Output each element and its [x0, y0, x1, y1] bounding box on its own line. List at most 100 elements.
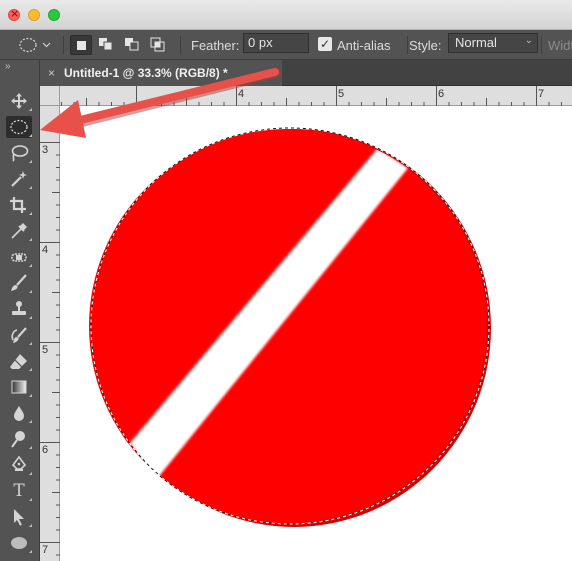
eyedropper-tool[interactable]	[6, 220, 32, 242]
lasso-icon	[11, 145, 29, 162]
dodge-icon	[11, 431, 25, 448]
magic-wand-tool[interactable]	[6, 168, 32, 190]
drop-icon	[14, 406, 24, 421]
subtract-from-selection-icon	[125, 38, 139, 51]
bandage-icon	[11, 253, 27, 262]
history-brush-icon	[11, 327, 27, 343]
add-to-selection-button[interactable]	[96, 35, 118, 55]
magic-wand-icon	[11, 171, 27, 187]
brush-icon	[11, 274, 27, 291]
tool-flyout-indicator	[29, 342, 32, 345]
style-select[interactable]: Normal ⌄	[448, 33, 538, 53]
tool-flyout-indicator	[29, 108, 32, 111]
history-brush-tool[interactable]	[6, 324, 32, 346]
tool-flyout-indicator	[29, 186, 32, 189]
tool-flyout-indicator	[29, 238, 32, 241]
eraser-icon	[10, 354, 27, 369]
tool-flyout-indicator	[29, 316, 32, 319]
ellipse-shape-icon	[11, 537, 27, 549]
tool-flyout-indicator	[29, 472, 32, 475]
tool-flyout-indicator	[29, 550, 32, 553]
close-window-button[interactable]	[8, 7, 20, 21]
window-title-bar	[0, 0, 572, 30]
eraser-tool[interactable]	[6, 350, 32, 372]
tools-panel: » T	[0, 60, 40, 561]
add-to-selection-icon	[99, 38, 113, 51]
lasso-tool[interactable]	[6, 142, 32, 164]
tool-flyout-indicator	[29, 524, 32, 527]
crop-tool[interactable]	[6, 194, 32, 216]
collapse-panel-icon[interactable]: »	[5, 61, 11, 72]
tool-flyout-indicator	[29, 498, 32, 501]
intersect-selection-icon	[150, 37, 165, 52]
elliptical-marquee-tool[interactable]	[6, 116, 32, 138]
ellipse-marquee-icon	[10, 119, 28, 135]
tool-flyout-indicator	[29, 420, 32, 423]
divider	[63, 36, 64, 54]
document-tab[interactable]: × Untitled-1 @ 33.3% (RGB/8) *	[40, 60, 282, 86]
antialias-label: Anti-alias	[337, 37, 391, 53]
subtract-from-selection-button[interactable]	[122, 35, 144, 55]
divider	[541, 36, 542, 54]
move-tool[interactable]	[6, 90, 32, 112]
tool-preset-picker[interactable]	[18, 30, 52, 60]
tool-flyout-indicator	[29, 160, 32, 163]
stamp-icon	[12, 301, 26, 315]
ruler-label: 4	[238, 88, 245, 100]
crop-icon	[10, 197, 26, 213]
tool-flyout-indicator	[29, 134, 32, 137]
tool-flyout-indicator	[29, 446, 32, 449]
feather-input[interactable]: 0 px	[243, 33, 309, 53]
ruler-label: 6	[42, 444, 49, 456]
horizontal-ruler-ticks	[61, 86, 562, 106]
chevron-down-icon: ⌄	[524, 35, 533, 46]
gradient-icon	[11, 380, 27, 394]
ruler-label: 7	[42, 544, 49, 556]
minimize-window-button[interactable]	[28, 9, 40, 21]
tool-flyout-indicator	[29, 212, 32, 215]
style-label: Style:	[409, 37, 442, 53]
maximize-window-button[interactable]	[48, 9, 60, 21]
vertical-ruler[interactable]: 3 4 5 6 7	[40, 106, 60, 561]
antialias-checkbox[interactable]: ✓	[318, 37, 332, 51]
canvas-artwork	[89, 127, 491, 527]
gradient-tool[interactable]	[6, 376, 32, 398]
ruler-label: 3	[42, 144, 49, 156]
vertical-ruler-ticks	[40, 142, 60, 556]
type-icon: T	[13, 481, 25, 501]
tool-flyout-indicator	[29, 290, 32, 293]
new-selection-button[interactable]	[70, 35, 92, 55]
pen-tool[interactable]	[6, 454, 32, 476]
dodge-tool[interactable]	[6, 428, 32, 450]
ruler-label: 6	[438, 88, 445, 100]
ruler-origin[interactable]	[40, 86, 60, 106]
ellipse-marquee-preset-icon	[19, 37, 51, 53]
brush-tool[interactable]	[6, 272, 32, 294]
eyedropper-icon	[11, 223, 27, 239]
intersect-selection-button[interactable]	[148, 35, 170, 55]
clone-stamp-tool[interactable]	[6, 298, 32, 320]
ruler-label: 4	[42, 244, 49, 256]
new-selection-icon	[77, 41, 86, 50]
pen-icon	[11, 456, 27, 471]
width-label: Widt	[548, 37, 572, 53]
ruler-label: 5	[42, 344, 49, 356]
ruler-label: 5	[338, 88, 345, 100]
tool-flyout-indicator	[29, 368, 32, 371]
ellipse-shape-tool[interactable]	[6, 532, 32, 554]
path-selection-tool[interactable]	[6, 506, 32, 528]
feather-label: Feather:	[191, 37, 240, 53]
document-canvas[interactable]	[60, 106, 572, 561]
style-select-value: Normal	[455, 35, 497, 50]
horizontal-ruler[interactable]: 4 5 6 7	[60, 86, 572, 106]
tool-flyout-indicator	[29, 264, 32, 267]
divider	[180, 36, 181, 54]
close-tab-icon[interactable]: ×	[48, 66, 55, 80]
blur-tool[interactable]	[6, 402, 32, 424]
document-tab-title: Untitled-1 @ 33.3% (RGB/8) *	[64, 66, 228, 80]
checkmark-icon: ✓	[319, 37, 331, 51]
spot-healing-tool[interactable]	[6, 246, 32, 268]
move-icon	[11, 93, 27, 109]
tool-flyout-indicator	[29, 394, 32, 397]
type-tool[interactable]: T	[6, 480, 32, 502]
